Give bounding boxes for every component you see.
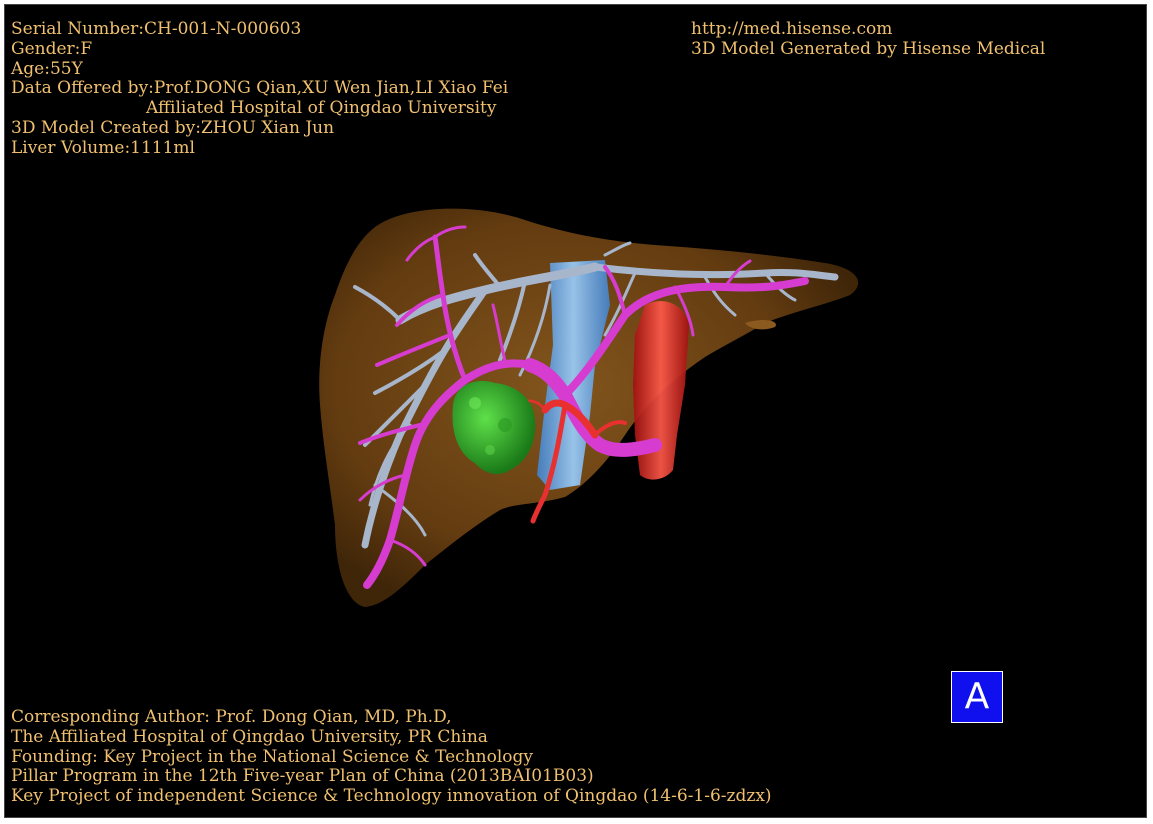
age: Age:55Y bbox=[11, 58, 83, 79]
data-offered-by: Data Offered by:Prof.DONG Qian,XU Wen Ji… bbox=[11, 78, 509, 99]
view-label-badge: A bbox=[951, 671, 1003, 723]
generated-by: 3D Model Generated by Hisense Medical bbox=[691, 38, 1046, 59]
credits-line-2: The Affiliated Hospital of Qingdao Unive… bbox=[11, 726, 488, 747]
viewer-frame: Serial Number:CH-001-N-000603 Gender:F A… bbox=[4, 4, 1147, 818]
vendor-url: http://med.hisense.com bbox=[691, 19, 893, 39]
credits: Corresponding Author: Prof. Dong Qian, M… bbox=[11, 707, 772, 807]
credits-line-4: Pillar Program in the 12th Five-year Pla… bbox=[11, 766, 594, 787]
patient-info: Serial Number:CH-001-N-000603 Gender:F A… bbox=[11, 19, 509, 159]
gender: Gender:F bbox=[11, 38, 93, 59]
credits-line-5: Key Project of independent Science & Tec… bbox=[11, 786, 772, 807]
vendor-info: http://med.hisense.com 3D Model Generate… bbox=[691, 19, 1046, 60]
hospital-name: Affiliated Hospital of Qingdao Universit… bbox=[146, 98, 497, 119]
liver-volume: Liver Volume:1111ml bbox=[11, 137, 195, 158]
credits-line-1: Corresponding Author: Prof. Dong Qian, M… bbox=[11, 707, 452, 727]
serial-number: Serial Number:CH-001-N-000603 bbox=[11, 19, 302, 39]
model-created-by: 3D Model Created by:ZHOU Xian Jun bbox=[11, 117, 335, 138]
credits-line-3: Founding: Key Project in the National Sc… bbox=[11, 746, 533, 767]
